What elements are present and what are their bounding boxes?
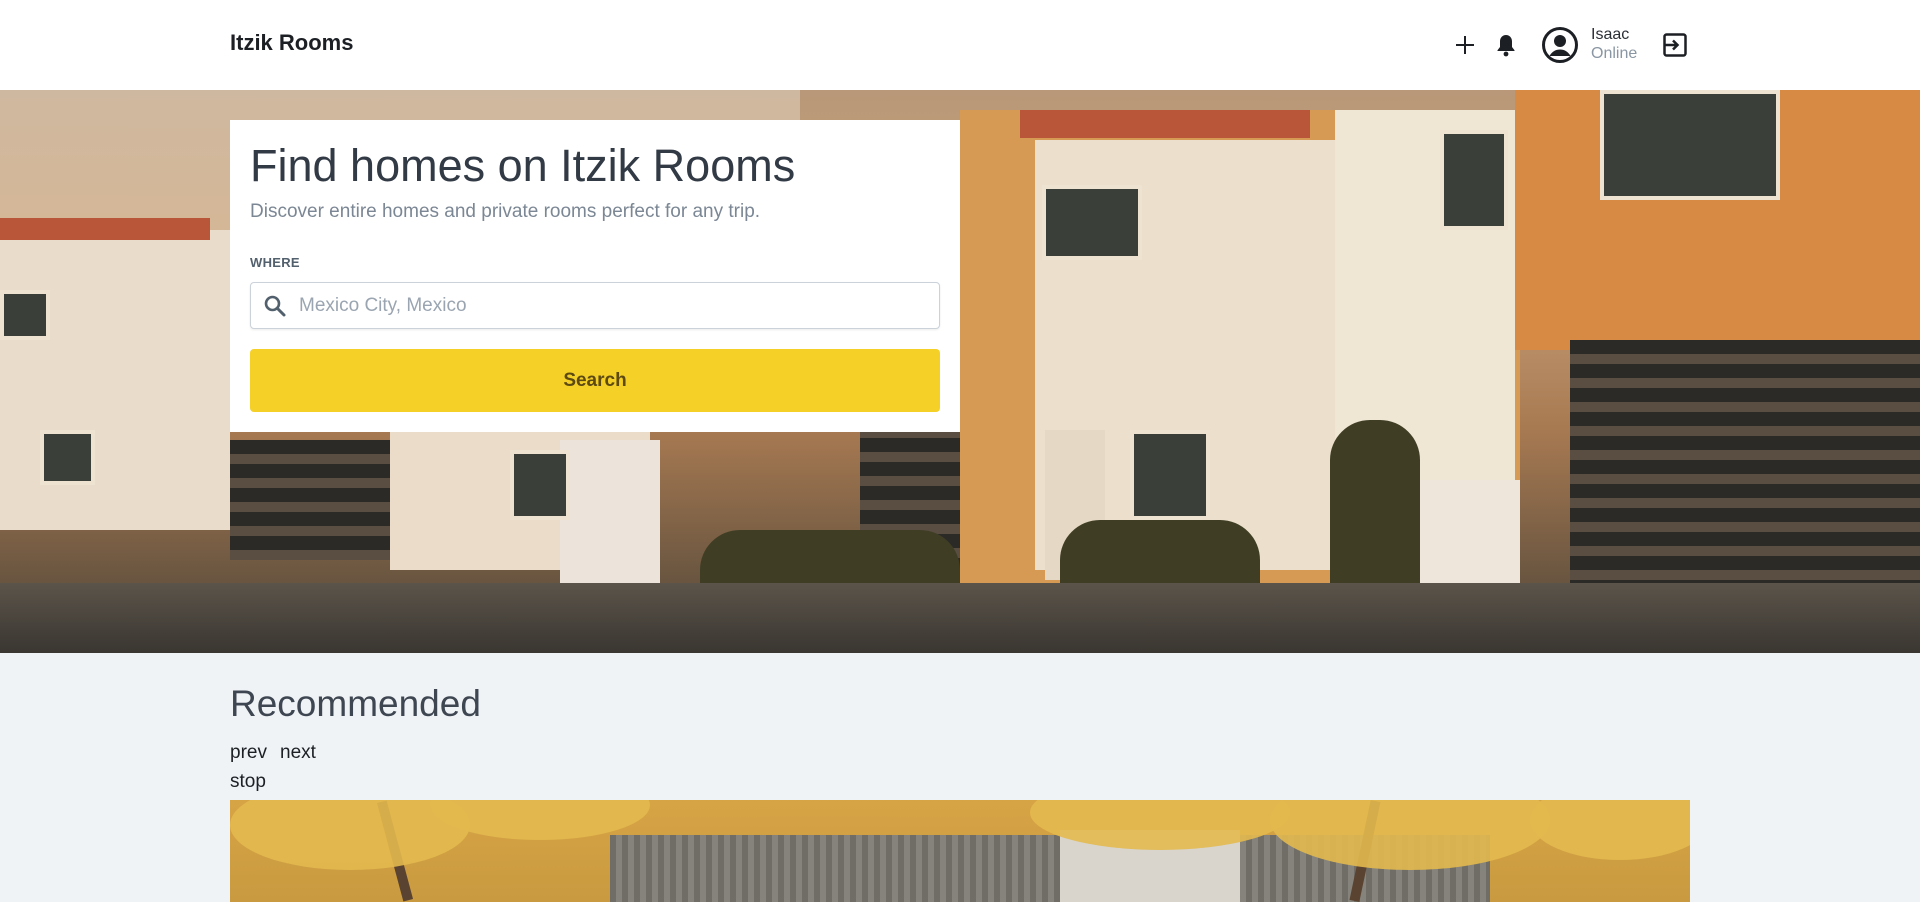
plus-icon[interactable] [1447,27,1483,63]
logout-icon[interactable] [1657,27,1693,63]
page-subtitle: Discover entire homes and private rooms … [250,201,761,222]
house-left [0,230,230,530]
carousel-prev-button[interactable]: prev [230,742,267,764]
bell-icon[interactable] [1488,27,1524,63]
top-navbar: Itzik Rooms Isaac Online [0,0,1920,90]
window [510,450,570,520]
where-field[interactable] [250,282,940,329]
window [1600,90,1780,200]
window [0,290,50,340]
recommended-listing-image[interactable] [230,800,1690,902]
recommended-heading: Recommended [230,683,481,724]
search-card: Find homes on Itzik Rooms Discover entir… [230,120,960,432]
street [0,583,1920,653]
search-icon [263,294,287,318]
user-name: Isaac [1591,26,1630,43]
search-button[interactable]: Search [250,349,940,412]
user-circle-icon[interactable] [1541,26,1579,64]
where-input[interactable] [299,283,929,328]
window [1130,430,1210,520]
window [1440,130,1508,230]
roof-center [1020,110,1310,138]
user-status: Online [1591,45,1638,62]
carousel-stop-button[interactable]: stop [230,771,266,793]
window [1042,185,1142,260]
fence-right [1570,340,1920,600]
carousel-next-button[interactable]: next [280,742,316,764]
roof-left [0,218,210,240]
page-title: Find homes on Itzik Rooms [250,140,796,191]
window [40,430,95,485]
shrub [1330,420,1420,610]
fence [230,440,410,560]
where-label: WHERE [250,255,300,270]
foliage [1530,800,1690,860]
brand-logo[interactable]: Itzik Rooms [230,30,353,56]
